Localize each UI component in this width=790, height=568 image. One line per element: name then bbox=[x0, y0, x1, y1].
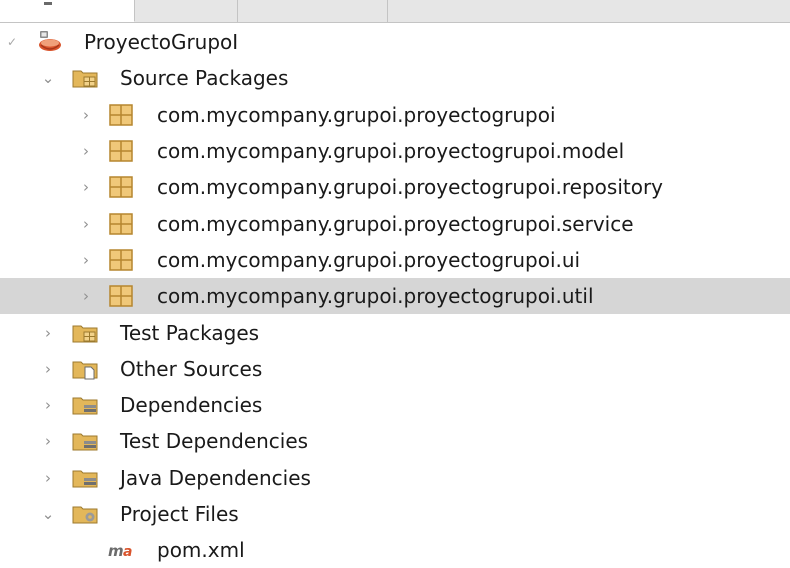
java-dependencies-folder-icon bbox=[72, 466, 98, 490]
tab-projects[interactable] bbox=[0, 0, 135, 22]
pom-file-label: pom.xml bbox=[157, 538, 245, 563]
tab-services[interactable] bbox=[238, 0, 388, 22]
chevron-right-icon[interactable]: › bbox=[78, 143, 94, 159]
tab-strip bbox=[0, 0, 790, 23]
package-icon bbox=[108, 139, 134, 163]
chevron-right-icon[interactable]: › bbox=[40, 433, 56, 449]
project-tree: ✓ ProyectoGrupoI ⌄ Source Packages › com… bbox=[0, 24, 790, 568]
test-dependencies-label: Test Dependencies bbox=[120, 429, 309, 454]
chevron-right-icon[interactable]: › bbox=[78, 179, 94, 195]
package-icon bbox=[108, 103, 134, 127]
test-packages-folder-icon bbox=[72, 321, 98, 345]
maven-pom-file-icon: m a bbox=[108, 538, 134, 562]
project-label: ProyectoGrupoI bbox=[84, 30, 239, 55]
tree-row-project-files[interactable]: ⌄ Project Files bbox=[0, 496, 790, 532]
test-packages-label: Test Packages bbox=[120, 320, 260, 345]
tree-row-test-packages[interactable]: › Test Packages bbox=[0, 314, 790, 350]
tree-row-source-packages[interactable]: ⌄ Source Packages bbox=[0, 60, 790, 96]
package-icon bbox=[108, 248, 134, 272]
package-icon bbox=[108, 175, 134, 199]
chevron-right-icon[interactable]: › bbox=[78, 252, 94, 268]
package-label: com.mycompany.grupoi.proyectogrupoi.mode… bbox=[157, 139, 625, 164]
java-dependencies-label: Java Dependencies bbox=[120, 465, 311, 490]
dependencies-label: Dependencies bbox=[120, 393, 263, 418]
tree-row-package[interactable]: › com.mycompany.grupoi.proyectogrupoi.se… bbox=[0, 205, 790, 241]
other-sources-folder-icon bbox=[72, 357, 98, 381]
package-label: com.mycompany.grupoi.proyectogrupoi.ui bbox=[157, 247, 581, 272]
tree-row-other-sources[interactable]: › Other Sources bbox=[0, 351, 790, 387]
project-files-label: Project Files bbox=[120, 502, 239, 526]
package-icon bbox=[108, 284, 134, 308]
chevron-right-icon[interactable]: › bbox=[78, 216, 94, 232]
tree-row-package[interactable]: › com.mycompany.grupoi.proyectogrupoi.mo… bbox=[0, 133, 790, 169]
package-icon bbox=[108, 212, 134, 236]
package-label: com.mycompany.grupoi.proyectogrupoi.util bbox=[157, 284, 594, 309]
svg-text:a: a bbox=[123, 544, 132, 560]
chevron-right-icon[interactable]: › bbox=[40, 397, 56, 413]
tab-strip-filler bbox=[388, 0, 790, 22]
chevron-right-icon[interactable]: › bbox=[40, 470, 56, 486]
chevron-right-icon[interactable]: › bbox=[40, 361, 56, 377]
tree-row-project[interactable]: ✓ ProyectoGrupoI bbox=[0, 24, 790, 60]
tab-files[interactable] bbox=[135, 0, 238, 22]
chevron-right-icon[interactable]: › bbox=[40, 325, 56, 341]
tree-row-package[interactable]: › com.mycompany.grupoi.proyectogrupoi bbox=[0, 97, 790, 133]
chevron-down-icon[interactable]: ⌄ bbox=[40, 70, 56, 86]
chevron-down-icon[interactable]: ⌄ bbox=[40, 506, 56, 522]
tree-row-java-dependencies[interactable]: › Java Dependencies bbox=[0, 460, 790, 496]
chevron-right-icon[interactable]: › bbox=[78, 288, 94, 304]
package-label: com.mycompany.grupoi.proyectogrupoi bbox=[157, 102, 556, 127]
chevron-right-icon[interactable]: › bbox=[78, 107, 94, 123]
package-label: com.mycompany.grupoi.proyectogrupoi.serv… bbox=[157, 211, 634, 236]
package-label: com.mycompany.grupoi.proyectogrupoi.repo… bbox=[157, 175, 664, 200]
tree-row-test-dependencies[interactable]: › Test Dependencies bbox=[0, 423, 790, 459]
source-packages-folder-icon bbox=[72, 66, 98, 90]
project-files-folder-icon bbox=[72, 502, 98, 526]
maven-project-icon bbox=[36, 30, 62, 54]
tree-row-package[interactable]: › com.mycompany.grupoi.proyectogrupoi.re… bbox=[0, 169, 790, 205]
chevron-down-icon[interactable]: ✓ bbox=[4, 34, 20, 50]
dependencies-folder-icon bbox=[72, 393, 98, 417]
tree-row-package[interactable]: › com.mycompany.grupoi.proyectogrupoi.ui bbox=[0, 242, 790, 278]
svg-text:m: m bbox=[108, 542, 124, 560]
test-dependencies-folder-icon bbox=[72, 429, 98, 453]
tree-row-package-selected[interactable]: › com.mycompany.grupoi.proyectogrupoi.ut… bbox=[0, 278, 790, 315]
tree-row-dependencies[interactable]: › Dependencies bbox=[0, 387, 790, 423]
tree-row-pom-file[interactable]: m a pom.xml bbox=[0, 532, 790, 568]
other-sources-label: Other Sources bbox=[120, 356, 263, 381]
source-packages-label: Source Packages bbox=[120, 66, 289, 91]
tab-indicator bbox=[44, 2, 52, 5]
